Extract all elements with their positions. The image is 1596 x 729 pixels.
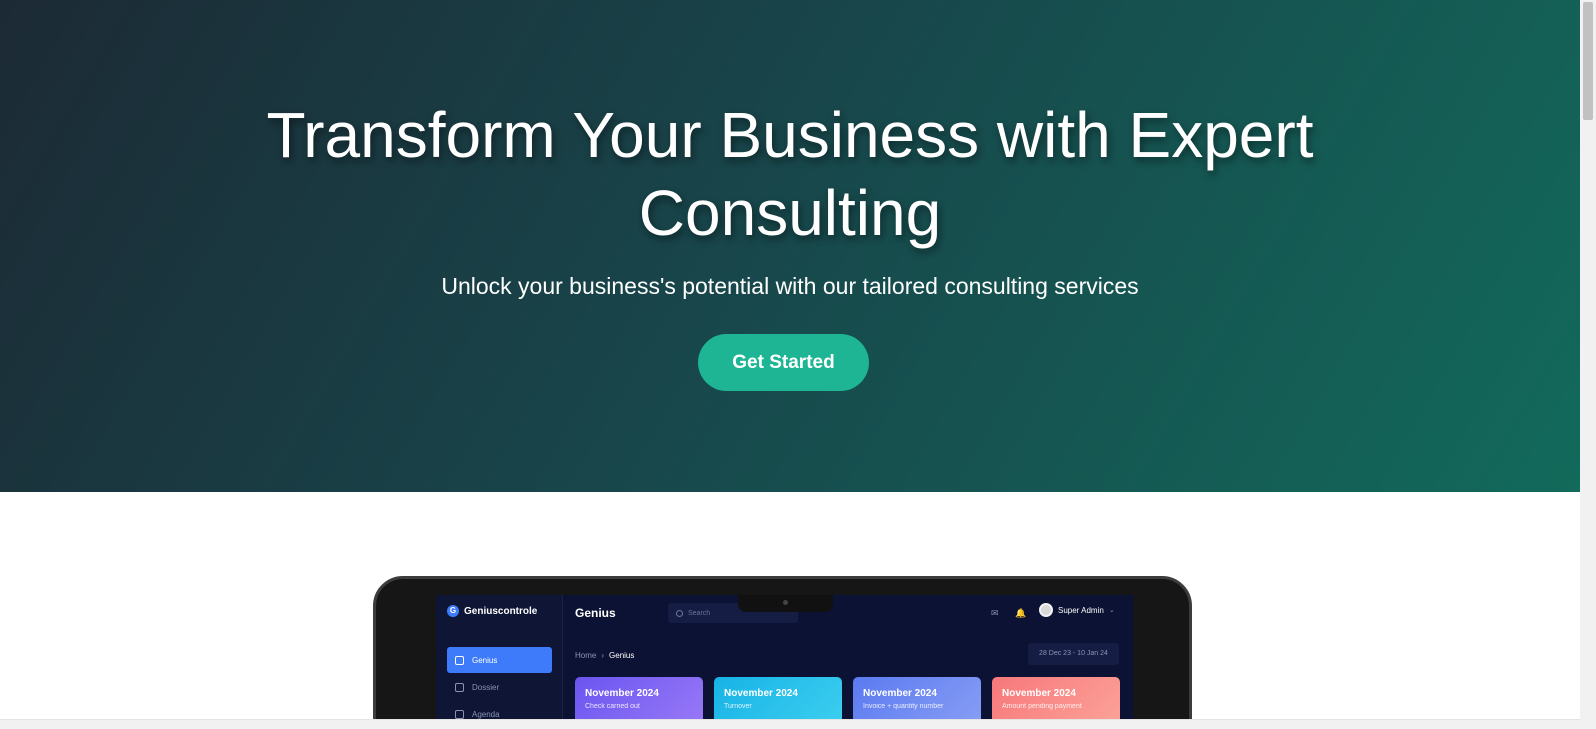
card-subtitle: Check carried out bbox=[585, 703, 640, 710]
hero-section: Transform Your Business with Expert Cons… bbox=[0, 0, 1580, 492]
folder-icon bbox=[455, 682, 464, 692]
brand-logo-icon: G bbox=[447, 605, 459, 617]
mail-icon: ✉ bbox=[991, 608, 999, 618]
sidebar-item-label: Agenda bbox=[472, 709, 500, 719]
home-icon bbox=[455, 655, 464, 665]
user-menu: Super Admin ⌄ bbox=[1039, 603, 1115, 617]
user-name: Super Admin bbox=[1058, 605, 1104, 615]
sidebar-item-genius: Genius bbox=[447, 647, 552, 673]
vertical-scrollbar[interactable] bbox=[1580, 0, 1596, 729]
page-viewport: Transform Your Business with Expert Cons… bbox=[0, 0, 1580, 729]
brand: G Geniuscontrole bbox=[447, 605, 537, 617]
card-title: November 2024 bbox=[585, 688, 659, 699]
chevron-down-icon: ⌄ bbox=[1108, 607, 1115, 614]
breadcrumb-home: Home bbox=[575, 651, 597, 660]
breadcrumb: Home › Genius bbox=[575, 651, 634, 660]
sidebar-item-label: Dossier bbox=[472, 682, 500, 692]
hero-subtitle: Unlock your business's potential with ou… bbox=[441, 273, 1139, 299]
laptop-mockup: G Geniuscontrole Genius Dossier Agenda G… bbox=[373, 576, 1192, 729]
date-range-picker: 28 Dec 23 - 10 Jan 24 bbox=[1028, 643, 1119, 665]
card-title: November 2024 bbox=[1002, 688, 1076, 699]
breadcrumb-separator: › bbox=[601, 651, 605, 660]
avatar bbox=[1039, 603, 1053, 617]
scrollbar-thumb[interactable] bbox=[1583, 2, 1593, 120]
card-subtitle: Turnover bbox=[724, 703, 752, 710]
horizontal-scrollbar[interactable] bbox=[0, 719, 1580, 729]
hero-title: Transform Your Business with Expert Cons… bbox=[266, 99, 1314, 249]
card-title: November 2024 bbox=[724, 688, 798, 699]
calendar-icon bbox=[455, 709, 464, 719]
card-subtitle: Invoice + quantity number bbox=[863, 703, 944, 710]
app-sidebar: G Geniuscontrole Genius Dossier Agenda bbox=[436, 595, 563, 729]
app-page-title: Genius bbox=[575, 606, 616, 620]
app-header: Genius Search ✉ 🔔 Super Admin ⌄ bbox=[563, 595, 1133, 631]
get-started-button[interactable]: Get Started bbox=[698, 334, 869, 391]
sidebar-item-label: Genius bbox=[472, 655, 498, 665]
bell-icon: 🔔 bbox=[1015, 608, 1027, 618]
brand-name: Geniuscontrole bbox=[464, 605, 538, 617]
search-icon bbox=[676, 609, 683, 617]
breadcrumb-current: Genius bbox=[609, 651, 635, 660]
card-title: November 2024 bbox=[863, 688, 937, 699]
card-subtitle: Amount pending payment bbox=[1002, 703, 1082, 710]
dashboard-screenshot: G Geniuscontrole Genius Dossier Agenda G… bbox=[436, 595, 1133, 729]
search-placeholder: Search bbox=[688, 609, 711, 617]
date-range-value: 28 Dec 23 - 10 Jan 24 bbox=[1039, 650, 1108, 657]
camera-notch bbox=[738, 595, 833, 612]
sidebar-item-dossier: Dossier bbox=[447, 674, 552, 700]
